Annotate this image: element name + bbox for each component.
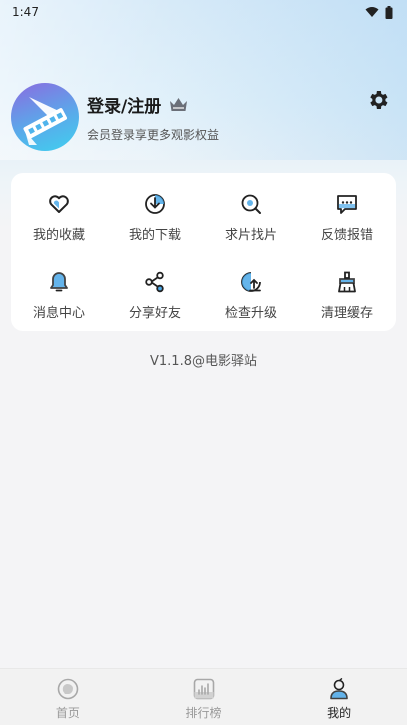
- bottom-tab-bar: 首页 排行榜 我的: [0, 668, 407, 725]
- tab-label: 排行榜: [185, 706, 222, 720]
- tab-mine[interactable]: 我的: [271, 669, 407, 725]
- status-bar: 1:47: [0, 0, 407, 24]
- login-row: 登录/注册: [87, 92, 219, 117]
- tab-label: 首页: [55, 706, 80, 720]
- tab-label: 我的: [327, 706, 352, 720]
- menu-item-label: 消息中心: [32, 306, 85, 321]
- menu-item-label: 我的下载: [128, 228, 181, 243]
- profile-header[interactable]: 登录/注册 会员登录享更多观影权益: [11, 83, 219, 151]
- profile-icon: [330, 678, 348, 700]
- menu-item-share[interactable]: 分享好友: [107, 270, 203, 330]
- menu-item-request-film[interactable]: 求片找片: [203, 192, 299, 252]
- menu-item-label: 分享好友: [128, 306, 181, 321]
- tab-ranking[interactable]: 排行榜: [136, 669, 272, 725]
- menu-item-label: 我的收藏: [32, 228, 85, 243]
- menu-item-feedback[interactable]: 反馈报错: [299, 192, 395, 252]
- status-time: 1:47: [12, 5, 39, 19]
- wifi-icon: [365, 7, 379, 17]
- search-film-icon: [241, 194, 261, 214]
- menu-card: 我的收藏 我的下载 求片找片 反馈报错 消息中心 分享好友 检查升级 清理缓存: [11, 173, 396, 331]
- bell-icon: [50, 272, 68, 292]
- feedback-icon: [337, 195, 357, 214]
- share-icon: [145, 271, 164, 293]
- home-icon: [57, 678, 79, 700]
- heart-icon: [49, 195, 69, 213]
- login-register-link[interactable]: 登录/注册: [87, 92, 161, 117]
- status-icons: [365, 5, 393, 19]
- profile-text: 登录/注册 会员登录享更多观影权益: [87, 92, 219, 143]
- tab-home[interactable]: 首页: [0, 669, 136, 725]
- menu-item-downloads[interactable]: 我的下载: [107, 192, 203, 252]
- settings-gear-icon[interactable]: [366, 88, 390, 112]
- battery-icon: [385, 5, 393, 19]
- avatar[interactable]: [11, 83, 79, 151]
- app-logo-icon: [23, 97, 68, 145]
- download-icon: [145, 194, 165, 214]
- menu-item-label: 清理缓存: [320, 306, 373, 321]
- menu-item-label: 反馈报错: [320, 228, 373, 243]
- menu-item-clear-cache[interactable]: 清理缓存: [299, 270, 395, 330]
- version-text: V1.1.8@电影驿站: [150, 354, 257, 369]
- menu-item-favorites[interactable]: 我的收藏: [11, 192, 107, 252]
- broom-icon: [338, 271, 356, 293]
- crown-icon: [170, 97, 188, 111]
- upgrade-icon: [241, 272, 261, 292]
- menu-item-check-update[interactable]: 检查升级: [203, 270, 299, 330]
- ranking-icon: [193, 678, 214, 700]
- menu-item-label: 求片找片: [224, 228, 277, 243]
- member-benefits-text: 会员登录享更多观影权益: [87, 127, 220, 142]
- menu-item-label: 检查升级: [224, 306, 277, 321]
- menu-item-messages[interactable]: 消息中心: [11, 270, 107, 330]
